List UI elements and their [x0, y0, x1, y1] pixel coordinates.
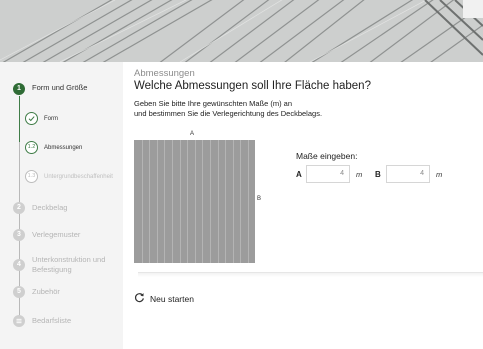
deck-plank-line — [194, 140, 196, 263]
main-content: Abmessungen Welche Abmessungen soll Ihre… — [123, 62, 483, 349]
deck-plank-line — [179, 140, 181, 263]
substep-form[interactable]: Form — [25, 112, 58, 125]
substep-abmessungen[interactable]: 1.2 Abmessungen — [25, 141, 82, 154]
substep-label: Abmessungen — [44, 144, 83, 151]
step-zubehoer[interactable]: 5 Zubehör — [13, 286, 60, 298]
deck-plank-line — [187, 140, 189, 263]
step-number: 4 — [13, 259, 25, 271]
progress-line — [19, 96, 20, 142]
substep-label: Untergrundbeschaffenheit — [44, 173, 113, 180]
step-number: 1 — [13, 83, 25, 95]
substep-marker: 1.3 — [25, 170, 38, 183]
restart-button[interactable]: Neu starten — [134, 290, 194, 308]
step-unterkonstruktion[interactable]: 4 Unterkonstruktion und Befestigung — [13, 255, 122, 275]
deck-plank-line — [164, 140, 166, 263]
unit-label: m — [356, 170, 363, 179]
input-a-label: A — [296, 170, 302, 179]
input-b-label: B — [375, 170, 381, 179]
checkmark-icon — [25, 112, 38, 125]
inputs-title: Maße eingeben: — [296, 151, 358, 161]
instructions-line: Geben Sie bitte Ihre gewünschten Maße (m… — [134, 99, 292, 108]
step-number: 3 — [13, 229, 25, 241]
substep-untergrund[interactable]: 1.3 Untergrundbeschaffenheit — [25, 170, 113, 183]
dimension-b-label: B — [257, 196, 262, 202]
step-verlegemuster[interactable]: 3 Verlegemuster — [13, 229, 80, 241]
deck-plank-line — [248, 140, 249, 263]
instructions-line: und bestimmen Sie die Verlegerichtung de… — [134, 109, 323, 118]
deck-plank-line — [232, 140, 234, 263]
dimension-a-input[interactable]: 4 — [306, 165, 350, 183]
deck-plank-line — [156, 140, 158, 263]
step-form-und-groesse[interactable]: 1 Form und Größe — [13, 83, 87, 95]
section-divider — [138, 272, 483, 277]
step-label: Bedarfsliste — [32, 316, 72, 325]
header-banner-image — [0, 0, 483, 62]
step-deckbelag[interactable]: 2 Deckbelag — [13, 202, 67, 214]
substep-marker: 1.2 — [25, 141, 38, 154]
step-label: Zubehör — [32, 287, 60, 296]
deck-plank-line — [225, 140, 227, 263]
deck-plank-line — [210, 140, 211, 263]
step-label: Deckbelag — [32, 203, 68, 212]
step-bedarfsliste[interactable]: Bedarfsliste — [13, 315, 71, 327]
unit-label: m — [436, 170, 443, 179]
deck-plank-line — [149, 140, 151, 263]
instructions-text: Geben Sie bitte Ihre gewünschten Maße (m… — [134, 99, 394, 119]
deck-plank-line — [240, 140, 242, 263]
deck-preview[interactable] — [134, 140, 255, 263]
page-title: Welche Abmessungen soll Ihre Fläche habe… — [134, 80, 371, 92]
step-label: Unterkonstruktion und Befestigung — [32, 255, 106, 274]
substep-label: Form — [44, 115, 58, 122]
dimension-b-input[interactable]: 4 — [386, 165, 430, 183]
step-label: Verlegemuster — [32, 230, 81, 239]
list-icon — [13, 315, 25, 327]
refresh-icon — [134, 290, 145, 308]
step-number: 5 — [13, 286, 25, 298]
step-label: Form und Größe — [32, 83, 88, 92]
step-number: 2 — [13, 202, 25, 214]
deck-plank-line — [217, 140, 219, 263]
deck-plank-line — [202, 140, 204, 263]
deck-plank-line — [141, 140, 143, 263]
dimension-a-label: A — [190, 131, 195, 137]
section-label: Abmessungen — [134, 68, 195, 79]
restart-label: Neu starten — [150, 294, 194, 304]
deck-plank-line — [172, 140, 173, 263]
wizard-sidebar: 1 Form und Größe Form 1.2 Abmessungen 1.… — [0, 62, 123, 349]
